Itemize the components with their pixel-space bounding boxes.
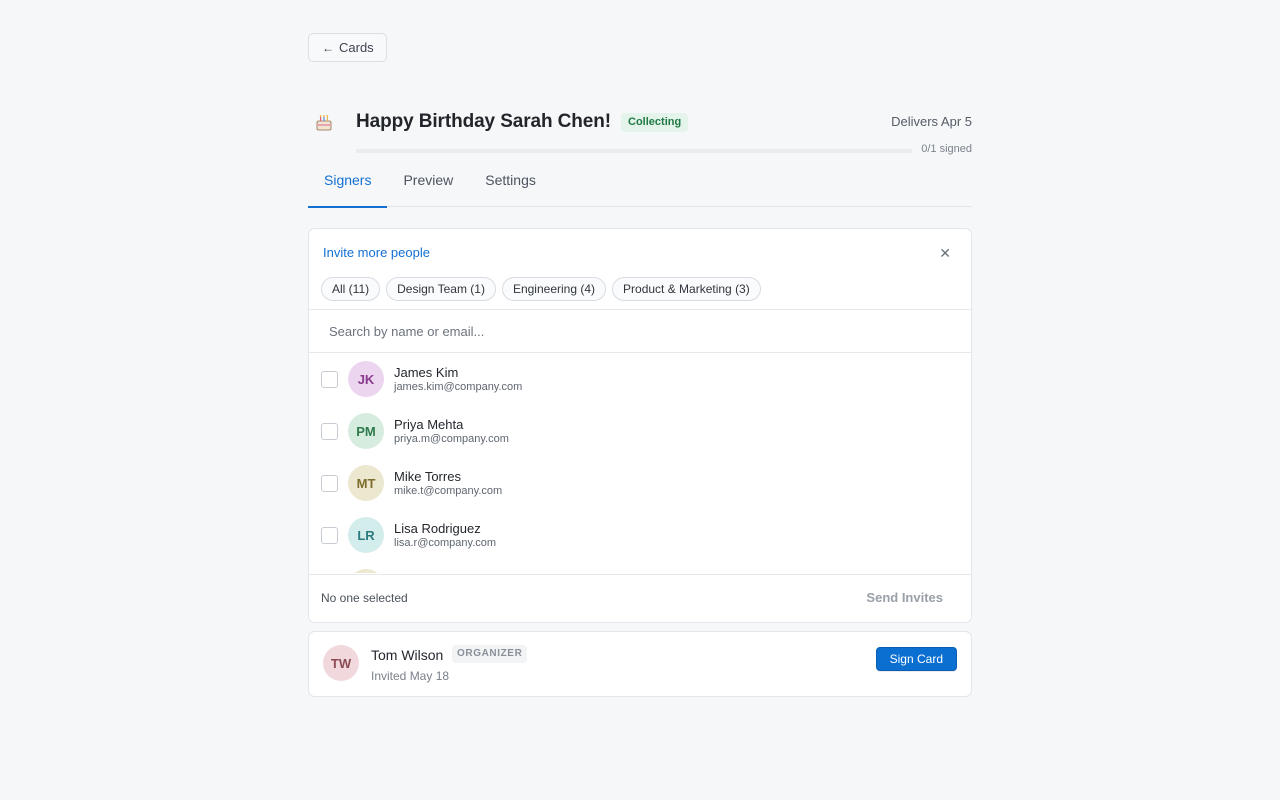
select-checkbox[interactable]: [321, 526, 338, 544]
avatar: [348, 569, 384, 573]
select-checkbox[interactable]: [321, 422, 338, 440]
search-input[interactable]: [309, 310, 971, 352]
people-list[interactable]: JK James Kim james.kim@company.com PM Pr…: [309, 353, 971, 573]
person-email: james.kim@company.com: [394, 380, 523, 393]
tab-preview[interactable]: Preview: [387, 167, 469, 207]
person-name: James Kim: [394, 364, 459, 380]
select-checkbox[interactable]: [321, 474, 338, 492]
avatar: TW: [323, 645, 359, 681]
signed-count: 0/1 signed: [921, 143, 972, 155]
person-email: mike.t@company.com: [394, 484, 503, 497]
close-icon[interactable]: ✕: [939, 243, 951, 263]
send-invites-button[interactable]: Send Invites: [866, 590, 943, 605]
signing-progress-bar: [356, 149, 912, 153]
selection-status: No one selected: [321, 591, 408, 605]
avatar: LR: [348, 517, 384, 553]
invite-panel: Invite more people ✕ All (11) Design Tea…: [308, 228, 972, 623]
filter-chip-design-team[interactable]: Design Team (1): [386, 277, 496, 301]
person-info: Mike Torres mike.t@company.com: [394, 469, 502, 498]
person-email: priya.m@company.com: [394, 432, 509, 445]
tab-signers[interactable]: Signers: [308, 167, 388, 208]
card-detail-page: ← Cards Happy Birthday Sarah Chen! Colle…: [308, 33, 972, 697]
person-name: Mike Torres: [394, 468, 461, 484]
sign-card-button[interactable]: Sign Card: [875, 647, 957, 671]
avatar: PM: [348, 413, 384, 449]
list-item-partial[interactable]: [309, 561, 971, 573]
person-email: lisa.r@company.com: [394, 536, 497, 549]
search-row: [309, 309, 971, 353]
signer-row: TW Tom Wilson ORGANIZER Invited May 18 S…: [308, 631, 972, 697]
filter-chip-product-marketing[interactable]: Product & Marketing (3): [612, 277, 761, 301]
list-item[interactable]: PM Priya Mehta priya.m@company.com: [309, 405, 971, 457]
person-name: Lisa Rodriguez: [394, 520, 481, 536]
back-button-label: Cards: [339, 40, 374, 55]
person-info: Lisa Rodriguez lisa.r@company.com: [394, 521, 496, 550]
invite-panel-title: Invite more people: [323, 245, 430, 260]
select-checkbox[interactable]: [321, 370, 338, 388]
list-item[interactable]: LR Lisa Rodriguez lisa.r@company.com: [309, 509, 971, 561]
avatar: JK: [348, 361, 384, 397]
back-to-cards-button[interactable]: ← Cards: [308, 33, 387, 62]
title-row: Happy Birthday Sarah Chen! Collecting: [356, 111, 689, 133]
card-header: Happy Birthday Sarah Chen! Collecting De…: [308, 82, 972, 162]
avatar: MT: [348, 465, 384, 501]
group-filters: All (11) Design Team (1) Engineering (4)…: [309, 277, 971, 309]
person-name: Priya Mehta: [394, 416, 464, 432]
tab-settings[interactable]: Settings: [469, 167, 552, 207]
delivery-date: Delivers Apr 5: [891, 114, 972, 129]
status-badge: Collecting: [621, 112, 689, 132]
invite-panel-header: Invite more people ✕: [309, 229, 971, 277]
invite-panel-footer: No one selected Send Invites: [309, 574, 971, 622]
organizer-badge: ORGANIZER: [452, 645, 528, 663]
tab-bar: Signers Preview Settings: [308, 167, 972, 208]
filter-chip-engineering[interactable]: Engineering (4): [501, 277, 607, 301]
page-title: Happy Birthday Sarah Chen!: [356, 111, 612, 132]
list-item[interactable]: MT Mike Torres mike.t@company.com: [309, 457, 971, 509]
person-info: James Kim james.kim@company.com: [394, 365, 522, 394]
person-info: Priya Mehta priya.m@company.com: [394, 417, 509, 446]
list-item[interactable]: JK James Kim james.kim@company.com: [309, 353, 971, 405]
arrow-left-icon: ←: [322, 40, 334, 55]
invited-date: Invited May 18: [371, 669, 450, 683]
signer-name: Tom Wilson: [371, 647, 444, 663]
filter-chip-all[interactable]: All (11): [321, 277, 381, 301]
birthday-cake-icon: [314, 112, 334, 132]
